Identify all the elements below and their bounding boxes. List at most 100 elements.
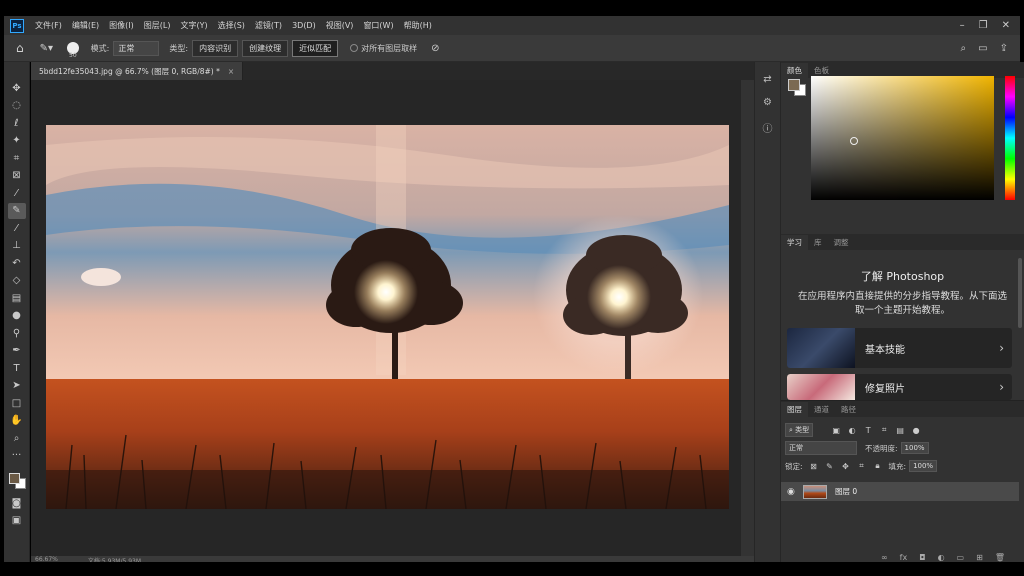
menu-window[interactable]: 窗口(W) bbox=[363, 20, 393, 31]
filter-toggle-icon[interactable]: ● bbox=[911, 426, 921, 435]
filter-type-icon[interactable]: T bbox=[863, 426, 873, 435]
vertical-scrollbar[interactable] bbox=[741, 80, 754, 556]
menu-edit[interactable]: 编辑(E) bbox=[72, 20, 99, 31]
pasteboard[interactable] bbox=[31, 80, 741, 556]
create-texture-button[interactable]: 创建纹理 bbox=[242, 39, 289, 57]
filter-adjustment-icon[interactable]: ◐ bbox=[847, 426, 857, 435]
tab-adjustments[interactable]: 调整 bbox=[828, 235, 855, 250]
rectangle-icon[interactable]: □ bbox=[8, 395, 26, 411]
new-layer-icon[interactable]: ⊞ bbox=[976, 553, 983, 562]
tab-paths[interactable]: 路径 bbox=[835, 402, 862, 417]
color-picker-field[interactable] bbox=[811, 76, 994, 200]
menu-help[interactable]: 帮助(H) bbox=[404, 20, 432, 31]
blend-mode-select[interactable]: 正常 bbox=[785, 441, 857, 455]
filter-pixel-icon[interactable]: ▣ bbox=[831, 426, 841, 435]
blur-icon[interactable]: ● bbox=[8, 308, 26, 324]
close-tab-icon[interactable]: × bbox=[228, 67, 234, 76]
proximity-match-button[interactable]: 近似匹配 bbox=[292, 39, 339, 57]
filter-smart-object-icon[interactable]: ▤ bbox=[895, 426, 905, 435]
layer-style-icon[interactable]: fx bbox=[900, 553, 908, 562]
zoom-icon[interactable]: ⌕ bbox=[8, 430, 26, 446]
filter-shape-icon[interactable]: ⌗ bbox=[879, 425, 889, 435]
properties-icon[interactable]: ⚙ bbox=[763, 97, 772, 108]
learn-card-basic-skills[interactable]: 基本技能 › bbox=[787, 328, 1012, 368]
layer-filter-select[interactable]: ⌕ 类型 bbox=[785, 423, 814, 437]
minimize-button[interactable]: – bbox=[960, 20, 965, 31]
close-button[interactable]: ✕ bbox=[1002, 20, 1010, 31]
visibility-eye-icon[interactable]: ◉ bbox=[787, 487, 799, 497]
panel-foreground-swatch[interactable] bbox=[788, 79, 800, 91]
dodge-icon[interactable]: ⚲ bbox=[8, 325, 26, 341]
menu-type[interactable]: 文字(Y) bbox=[180, 20, 207, 31]
more-tools-icon[interactable]: ··· bbox=[8, 448, 26, 464]
sample-all-layers-checkbox[interactable] bbox=[350, 44, 359, 52]
mode-select[interactable]: 正常 bbox=[113, 40, 160, 56]
document-tab[interactable]: 5bdd12fe35043.jpg @ 66.7% (图层 0, RGB/8#)… bbox=[31, 62, 244, 80]
lock-transparency-icon[interactable]: ⊠ bbox=[809, 462, 819, 471]
image-canvas[interactable] bbox=[46, 125, 729, 509]
menu-3d[interactable]: 3D(D) bbox=[292, 21, 316, 30]
screen-mode-icon[interactable]: ▣ bbox=[8, 513, 26, 529]
info-icon[interactable]: ⓘ bbox=[763, 120, 773, 135]
restore-button[interactable]: ❐ bbox=[979, 20, 988, 31]
home-icon[interactable]: ⌂ bbox=[16, 41, 24, 55]
healing-brush-icon[interactable]: ✎ bbox=[7, 202, 26, 219]
fill-input[interactable]: 100% bbox=[909, 460, 938, 472]
menu-file[interactable]: 文件(F) bbox=[35, 20, 62, 31]
brush-preset-picker[interactable]: 50 bbox=[67, 38, 80, 59]
hue-slider[interactable] bbox=[1005, 76, 1015, 200]
history-icon[interactable]: ⇄ bbox=[763, 74, 771, 85]
lock-all-icon[interactable]: 🔒︎ bbox=[873, 461, 883, 471]
color-picker-cursor[interactable] bbox=[850, 137, 858, 145]
tab-layers[interactable]: 图层 bbox=[781, 402, 808, 417]
pen-icon[interactable]: ✒ bbox=[8, 343, 26, 359]
spot-healing-tool-icon[interactable]: ✎▾ bbox=[40, 43, 53, 54]
lock-artboard-icon[interactable]: ⌗ bbox=[857, 461, 867, 471]
history-brush-icon[interactable]: ↶ bbox=[8, 255, 26, 271]
menu-view[interactable]: 视图(V) bbox=[326, 20, 354, 31]
tab-channels[interactable]: 通道 bbox=[808, 402, 835, 417]
delete-layer-icon[interactable]: 🗑︎ bbox=[995, 553, 1005, 562]
menu-layer[interactable]: 图层(L) bbox=[144, 20, 171, 31]
pressure-size-icon[interactable]: ⊘ bbox=[431, 43, 439, 54]
gradient-icon[interactable]: ▤ bbox=[8, 290, 26, 306]
hand-icon[interactable]: ✋ bbox=[8, 413, 26, 429]
magic-wand-icon[interactable]: ✦ bbox=[8, 133, 26, 149]
tab-libraries[interactable]: 库 bbox=[808, 235, 828, 250]
brush-icon[interactable]: ⁄ bbox=[8, 220, 26, 236]
layer-name[interactable]: 图层 0 bbox=[835, 486, 857, 497]
link-layers-icon[interactable]: ∞ bbox=[881, 553, 888, 562]
search-icon[interactable]: ⌕ bbox=[961, 43, 967, 54]
new-group-icon[interactable]: ▭ bbox=[957, 553, 965, 562]
crop-icon[interactable]: ⌗ bbox=[8, 150, 26, 166]
quick-mask-icon[interactable]: ◙ bbox=[8, 495, 26, 511]
marquee-icon[interactable]: ◌ bbox=[8, 98, 26, 114]
layer-row[interactable]: ◉ 图层 0 bbox=[781, 482, 1019, 501]
workspace-icon[interactable]: ▭ bbox=[978, 43, 987, 54]
lock-pixels-icon[interactable]: ✎ bbox=[825, 462, 835, 471]
foreground-color-swatch[interactable] bbox=[8, 473, 20, 484]
menu-filter[interactable]: 滤镜(T) bbox=[255, 20, 282, 31]
content-aware-button[interactable]: 内容识别 bbox=[192, 39, 239, 57]
color-swatches[interactable] bbox=[7, 469, 27, 489]
path-selection-icon[interactable]: ➤ bbox=[8, 378, 26, 394]
eyedropper-icon[interactable]: ⁄ bbox=[8, 185, 26, 201]
tab-color[interactable]: 颜色 bbox=[781, 63, 808, 78]
learn-card-fix-photo[interactable]: 修复照片 › bbox=[787, 374, 1012, 400]
learn-scrollbar[interactable] bbox=[1018, 258, 1022, 328]
adjustment-layer-icon[interactable]: ◐ bbox=[938, 553, 945, 562]
frame-icon[interactable]: ⊠ bbox=[8, 168, 26, 184]
eraser-icon[interactable]: ◇ bbox=[8, 273, 26, 289]
clone-stamp-icon[interactable]: ⊥ bbox=[8, 238, 26, 254]
lasso-icon[interactable]: ℓ bbox=[8, 115, 26, 131]
lock-position-icon[interactable]: ✥ bbox=[841, 462, 851, 471]
menu-image[interactable]: 图像(I) bbox=[109, 20, 134, 31]
add-mask-icon[interactable]: ◘ bbox=[919, 553, 925, 562]
move-icon[interactable]: ✥ bbox=[8, 80, 26, 96]
share-icon[interactable]: ⇪ bbox=[1000, 43, 1008, 54]
zoom-level[interactable]: 66.67% bbox=[35, 556, 58, 562]
opacity-input[interactable]: 100% bbox=[900, 442, 929, 454]
menu-select[interactable]: 选择(S) bbox=[218, 20, 245, 31]
type-icon[interactable]: T bbox=[8, 360, 26, 376]
tab-learn[interactable]: 学习 bbox=[781, 235, 808, 250]
